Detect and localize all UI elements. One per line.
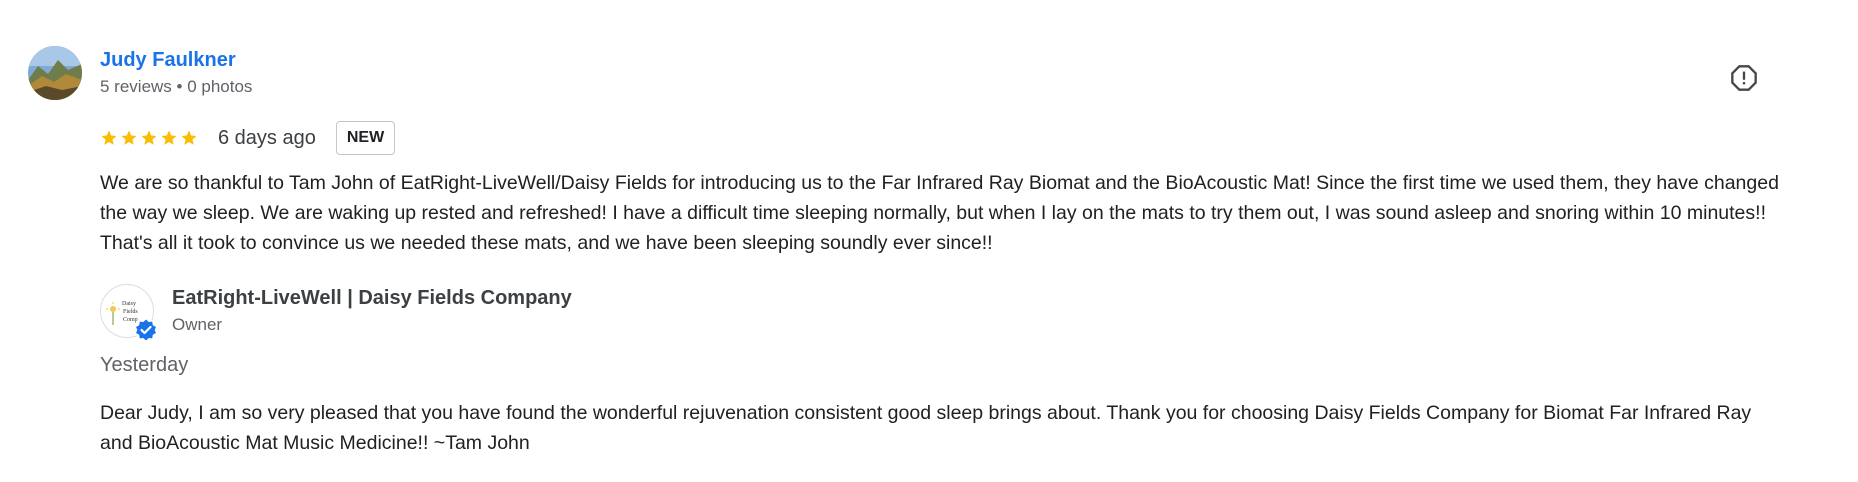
star-icon [161, 130, 177, 145]
star-icon [141, 130, 157, 145]
rating-row: 6 days ago NEW [100, 120, 396, 156]
review-time: 6 days ago [218, 126, 316, 149]
new-badge: NEW [335, 121, 396, 155]
reviewer-meta: 5 reviews • 0 photos [100, 77, 253, 96]
review-card: Judy Faulkner 5 reviews • 0 photos 6 day… [0, 0, 1858, 482]
reply-text: Dear Judy, I am so very pleased that you… [100, 402, 1752, 454]
reply-time: Yesterday [100, 354, 189, 376]
landscape-photo-icon [28, 46, 82, 100]
owner-role: Owner [172, 315, 223, 334]
verified-badge-icon [135, 319, 157, 341]
reviewer-avatar[interactable] [28, 46, 82, 100]
owner-name: EatRight-LiveWell | Daisy Fields Company [172, 287, 572, 309]
reviewer-name[interactable]: Judy Faulkner [100, 48, 236, 72]
star-icon [101, 130, 117, 145]
report-flag-icon [1731, 65, 1757, 91]
logo-text-1: Daisy [122, 301, 136, 307]
review-text: We are so thankful to Tam John of EatRig… [100, 172, 1779, 254]
logo-text-2: Fields [123, 309, 138, 315]
star-icon [181, 130, 197, 145]
star-icon [121, 130, 137, 145]
star-rating [100, 129, 198, 147]
report-review-button[interactable] [1726, 60, 1762, 96]
owner-avatar[interactable]: Daisy Fields Comp [100, 284, 157, 341]
